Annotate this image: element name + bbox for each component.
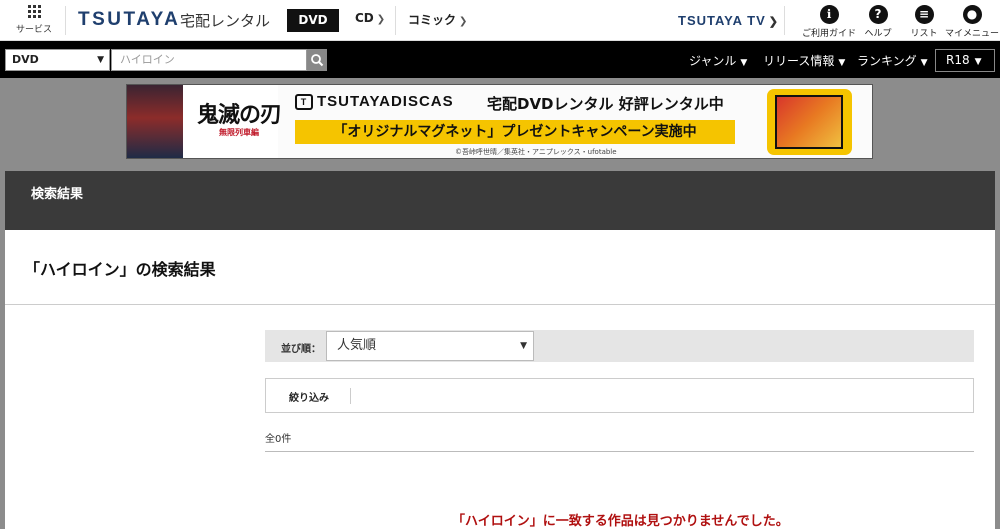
no-results-message: 「ハイロイン」に一致する作品は見つかりませんでした。 <box>452 514 789 529</box>
banner-subtitle: 無限列車編 <box>219 128 259 137</box>
logo-subtitle: 宅配レンタル <box>180 12 271 30</box>
discas-logo: T TSUTAYADISCAS <box>295 93 454 110</box>
category-select[interactable]: DVD ▼ <box>5 49 110 71</box>
search-icon <box>311 54 324 67</box>
tsutaya-tv-link[interactable]: TSUTAYA TV ❯ <box>678 13 779 28</box>
filter-bar[interactable]: 絞り込み <box>265 378 974 413</box>
nav-genre[interactable]: ジャンル ▼ <box>689 52 747 69</box>
results-content: 「ハイロイン」の検索結果 並び順： 人気順 ▼ 絞り込み 全0件 「ハイロイン」に… <box>5 230 995 529</box>
tab-dvd[interactable]: DVD <box>287 9 339 32</box>
chevron-right-icon: ❯ <box>376 14 386 25</box>
discas-logo-icon: T <box>295 94 313 110</box>
magnet-artwork <box>775 95 843 149</box>
sort-select[interactable]: 人気順 ▼ <box>326 331 534 361</box>
search-bar: DVD ▼ ハイロイン ジャンル ▼ リリース情報 ▼ ランキング ▼ R18 ▼ <box>0 41 1000 78</box>
nav-release[interactable]: リリース情報 ▼ <box>763 52 845 69</box>
chevron-down-icon: ▼ <box>740 58 748 68</box>
mymenu-label: マイメニュー <box>944 29 999 39</box>
tab-comic[interactable]: コミック ❯ <box>408 11 467 28</box>
banner-title: 鬼滅の刃 <box>197 102 282 128</box>
divider <box>350 388 351 404</box>
chevron-down-icon: ▼ <box>520 341 527 351</box>
services-menu[interactable]: サービス <box>12 5 56 35</box>
list-icon: ≡ <box>914 5 934 24</box>
divider <box>65 6 66 35</box>
sort-label: 並び順： <box>281 344 321 355</box>
divider <box>5 304 995 305</box>
divider <box>784 6 785 35</box>
results-header: 検索結果 <box>5 171 995 230</box>
r18-select[interactable]: R18 ▼ <box>935 49 995 72</box>
sort-bar: 並び順： 人気順 ▼ <box>265 330 974 362</box>
grid-icon <box>27 5 41 18</box>
help-icon: ? <box>868 5 888 24</box>
banner-campaign-text: 「オリジナルマグネット」プレゼントキャンペーン実施中 <box>295 120 735 144</box>
chevron-right-icon: ❯ <box>768 16 779 28</box>
filter-label: 絞り込み <box>289 393 329 404</box>
nav-ranking[interactable]: ランキング ▼ <box>857 52 928 69</box>
search-input[interactable]: ハイロイン <box>111 49 307 71</box>
chevron-down-icon: ▼ <box>97 55 104 65</box>
banner-copyright: ©吾峠呼世晴／集英社・アニプレックス・ufotable <box>455 148 617 156</box>
divider <box>395 6 396 35</box>
chevron-down-icon: ▼ <box>920 58 928 68</box>
user-icon: ● <box>962 5 982 24</box>
campaign-banner[interactable]: 鬼滅の刃 無限列車編 T TSUTAYADISCAS 宅配DVDレンタル 好評レン… <box>126 84 873 159</box>
results-header-title: 検索結果 <box>31 187 84 202</box>
chevron-down-icon: ▼ <box>974 57 982 67</box>
services-label: サービス <box>15 25 52 35</box>
mymenu-button[interactable]: ● マイメニュー <box>944 5 1000 39</box>
banner-rental-text: 宅配DVDレンタル 好評レンタル中 <box>487 95 724 113</box>
page-title: 「ハイロイン」の検索結果 <box>24 260 216 279</box>
guide-icon: ℹ <box>819 5 839 24</box>
divider <box>265 451 974 452</box>
chevron-right-icon: ❯ <box>459 16 468 27</box>
chevron-down-icon: ▼ <box>838 58 846 68</box>
top-header: サービス TSUTAYA 宅配レンタル DVD CD ❯ コミック ❯ TSUTAY… <box>0 0 1000 41</box>
guide-label: ご利用ガイド <box>801 29 856 39</box>
banner-artwork <box>127 85 183 158</box>
result-count: 全0件 <box>265 434 292 445</box>
guide-button[interactable]: ℹ ご利用ガイド <box>801 5 857 39</box>
tab-cd[interactable]: CD ❯ <box>355 11 385 25</box>
tsutaya-logo[interactable]: TSUTAYA <box>78 9 180 31</box>
search-button[interactable] <box>307 49 327 71</box>
